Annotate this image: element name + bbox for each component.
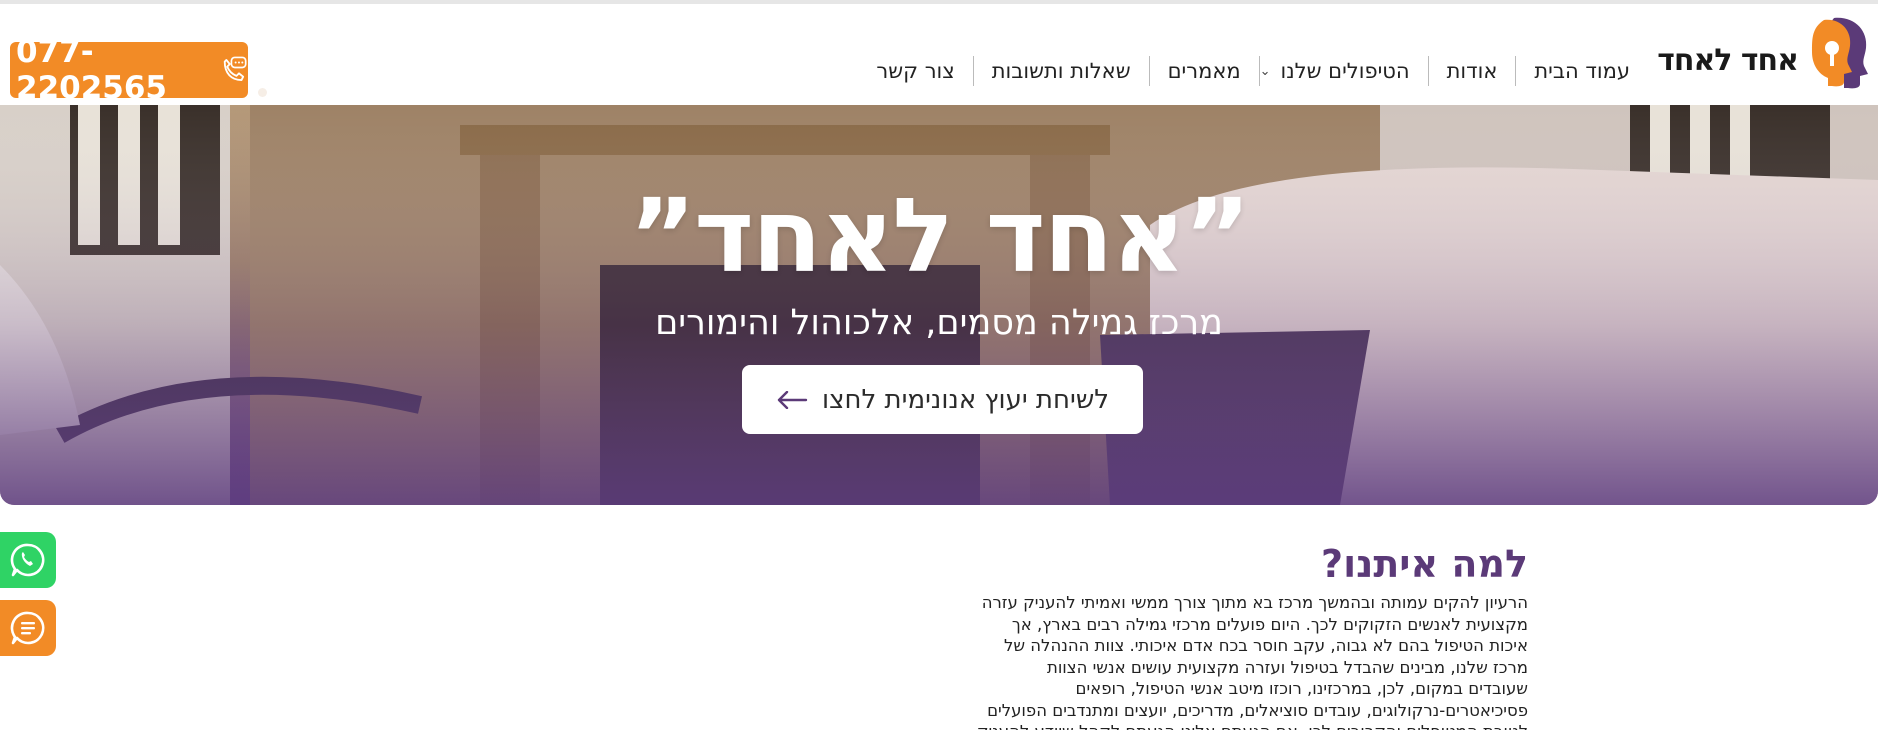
logo-text: אחד לאחד [1657,42,1799,78]
site-header: אחד לאחד עמוד הבית אודות הטיפולים שלנו ⌄… [0,4,1878,106]
main-nav: עמוד הבית אודות הטיפולים שלנו ⌄ מאמרים ש… [858,56,1648,86]
hero-subtitle: מרכז גמילה מסמים, אלכוהול והימורים [655,303,1223,343]
body-line: הרעיון להקים עמותה ובהמשך מרכז בא מתוך צ… [981,593,1528,612]
body-line: שעובדים במקום, לכן, במרכזינו, רוכזו מיטב… [1075,679,1528,698]
nav-item-articles[interactable]: מאמרים [1150,59,1259,83]
whatsapp-button[interactable] [0,532,56,588]
nav-item-about[interactable]: אודות [1429,59,1516,83]
whatsapp-icon [10,543,45,577]
body-line: לטובת המטופלים והקרובים לכן, אם הגעתם אל… [928,721,1528,730]
cta-label: לשיחת יעוץ אנונימית לחצו [822,384,1110,415]
chevron-down-icon[interactable]: ⌄ [1260,64,1271,79]
nav-item-treatments[interactable]: הטיפולים שלנו ⌄ [1260,59,1428,83]
body-line: מרכז שלנו, מבינים שהבדל בטיפול ועזרה מקצ… [1046,657,1528,677]
section-body: הרעיון להקים עמותה ובהמשך מרכז בא מתוך צ… [928,592,1528,730]
nav-divider [972,56,974,86]
phone-chat-icon [223,56,247,81]
hero-title: ”אחד לאחד” [629,177,1251,296]
nav-item-faq[interactable]: שאלות ותשובות [974,59,1149,83]
section-title: למה איתנו? [1321,542,1528,586]
arrow-left-icon [777,390,808,409]
head-profile-icon [1812,17,1868,89]
phone-number: 077-2202565 [16,34,167,106]
phone-button[interactable]: 077-2202565 [10,34,248,106]
body-line: פסיכיאטרים-נרקולוגים, עובדים סוציאלים, מ… [987,700,1528,720]
nav-item-contact[interactable]: צור קשר [858,59,972,83]
nav-divider [1258,56,1260,86]
chat-icon [10,611,45,645]
nav-divider [1515,56,1517,86]
site-logo[interactable]: אחד לאחד [1657,14,1870,90]
body-line: מקצועית לאנשים הזקוקים לכך. היום פועלים … [1011,614,1528,634]
chat-button[interactable] [0,600,56,656]
nav-item-treatments-label: הטיפולים שלנו [1280,59,1410,83]
nav-divider [1148,56,1150,86]
decorative-dot [258,88,267,97]
nav-item-home[interactable]: עמוד הבית [1516,59,1648,83]
hero-banner: ”אחד לאחד” מרכז גמילה מסמים, אלכוהול והי… [0,105,1878,505]
body-line: איכות הטיפול בהם לא גבוה, עקב חוסר בכח א… [1003,636,1528,655]
anonymous-consult-button[interactable]: לשיחת יעוץ אנונימית לחצו [742,365,1143,434]
nav-divider [1427,56,1429,86]
